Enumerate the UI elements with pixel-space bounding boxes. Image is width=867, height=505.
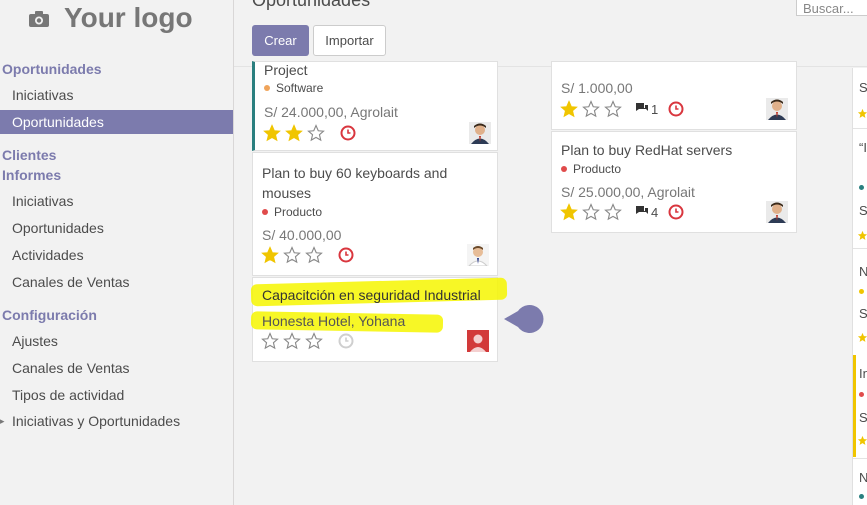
section-clientes[interactable]: Clientes [2,147,56,163]
search-input[interactable]: Buscar... [796,0,867,16]
priority-stars[interactable] [263,124,325,142]
card-fragment: S [859,203,867,218]
sidebar-item-informes-iniciativas[interactable]: Iniciativas [0,189,233,213]
star-filled-icon[interactable] [285,124,303,142]
clock-icon[interactable] [340,125,356,141]
star-filled-icon[interactable] [263,124,281,142]
star-empty-icon[interactable] [582,100,600,118]
kanban-card[interactable]: Plan to buy RedHat servers Producto S/ 2… [551,131,797,233]
clock-icon[interactable] [338,247,354,263]
clock-icon[interactable] [338,333,354,349]
section-informes: Informes [2,167,62,183]
star-empty-icon[interactable] [283,246,301,264]
avatar[interactable] [766,98,788,120]
star-filled-icon[interactable] [261,246,279,264]
card-title: Project [264,62,308,78]
card-tag: Software [264,81,323,95]
star-filled-icon [857,106,867,118]
main-content: Oportunidades Crear Importar Buscar... P… [234,0,867,505]
card-value: S/ 40.000,00 [262,227,342,243]
sidebar-item-informes-oportunidades[interactable]: Oportunidades [0,216,233,240]
card-fragment: N [859,470,867,485]
card-subtitle: Honesta Hotel, Yohana [262,313,406,329]
page-title: Oportunidades [252,0,371,10]
card-fragment: N [859,264,867,279]
comments-icon [635,205,649,220]
kanban-card[interactable]: Plan to buy 60 keyboards and mouses Prod… [252,152,498,276]
priority-stars[interactable] [560,203,622,221]
priority-stars[interactable] [261,332,323,350]
section-oportunidades: Oportunidades [2,61,102,77]
star-empty-icon[interactable] [283,332,301,350]
star-empty-icon[interactable] [305,332,323,350]
star-filled-icon [857,330,867,342]
comments-icon [635,102,649,117]
card-title: Plan to buy 60 keyboards and mouses [262,165,448,201]
import-button[interactable]: Importar [313,25,386,56]
card-fragment: S [859,410,867,425]
create-button[interactable]: Crear [252,25,309,56]
messages-count[interactable]: 1 [635,102,658,117]
kanban-card[interactable]: S/ 1.000,00 1 [551,61,797,130]
priority-stars[interactable] [560,100,622,118]
card-value: S/ 1.000,00 [561,80,633,96]
section-configuracion: Configuración [2,307,97,323]
star-empty-icon[interactable] [261,332,279,350]
star-empty-icon[interactable] [582,203,600,221]
sidebar-item-iniciativas[interactable]: Iniciativas [0,83,233,107]
sidebar-item-tipos-de-actividad[interactable]: Tipos de actividad [0,383,233,407]
kanban-column-partial[interactable]: S “I S N S In S N [852,68,867,505]
sidebar-item-iniciativas-y-oportunidades[interactable]: ▸ Iniciativas y Oportunidades [0,409,233,433]
clock-icon[interactable] [668,204,684,220]
messages-count[interactable]: 4 [635,205,658,220]
card-fragment: S [859,80,867,95]
card-title: Capacitción en seguridad Industrial [262,287,481,303]
card-title: Plan to buy RedHat servers [561,142,733,158]
sidebar-item-oportunidades[interactable]: Oportunidades [0,110,233,134]
card-fragment: “I [859,140,867,155]
star-empty-icon[interactable] [604,100,622,118]
card-value: S/ 25.000,00, Agrolait [561,184,695,200]
star-filled-icon[interactable] [560,100,578,118]
caret-right-icon: ▸ [0,416,5,426]
card-fragment: S [859,306,867,321]
avatar[interactable] [467,244,489,267]
avatar-placeholder[interactable] [467,330,489,352]
card-tag: Producto [262,205,322,219]
logo[interactable]: Your logo [28,0,193,36]
camera-icon [28,10,52,27]
star-empty-icon[interactable] [307,124,325,142]
sidebar-item-canales-de-ventas[interactable]: Canales de Ventas [0,270,233,294]
card-fragment: In [859,366,867,381]
star-filled-icon [857,228,867,240]
kanban-card[interactable]: Project Software S/ 24.000,00, Agrolait [252,61,498,151]
star-filled-icon[interactable] [560,203,578,221]
card-value: S/ 24.000,00, Agrolait [264,104,398,120]
star-filled-icon [857,433,867,445]
clock-icon[interactable] [668,101,684,117]
kanban-card-selected[interactable]: Capacitción en seguridad Industrial Hone… [250,277,508,362]
star-empty-icon[interactable] [604,203,622,221]
tooltip-pointer-icon [504,303,544,340]
sidebar-item-config-canales-de-ventas[interactable]: Canales de Ventas [0,356,233,380]
avatar[interactable] [766,201,788,223]
sidebar-item-ajustes[interactable]: Ajustes [0,329,233,353]
star-empty-icon[interactable] [305,246,323,264]
avatar[interactable] [469,122,491,144]
priority-stars[interactable] [261,246,323,264]
sidebar-item-actividades[interactable]: Actividades [0,243,233,267]
logo-text: Your logo [64,2,193,33]
sidebar: Your logo Oportunidades Iniciativas Opor… [0,0,234,505]
card-tag: Producto [561,162,621,176]
